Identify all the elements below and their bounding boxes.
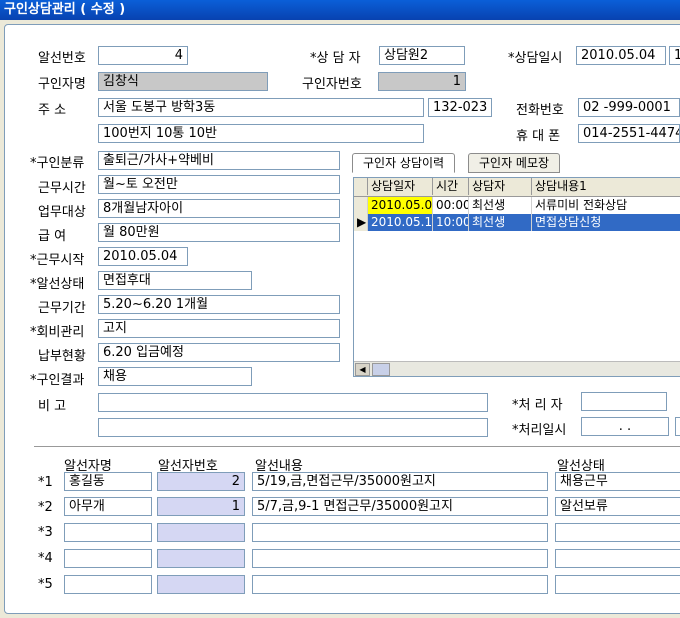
alseon-name-field[interactable] (64, 549, 152, 568)
address-line2[interactable]: 100번지 10통 10반 (98, 124, 424, 143)
employer-no-field[interactable]: 1 (378, 72, 466, 91)
alseon-content-field[interactable] (252, 523, 548, 542)
alseon-no-field[interactable] (157, 575, 245, 594)
row-index: *2 (38, 500, 53, 515)
remark-field-1[interactable] (98, 393, 488, 412)
alseon-name-field[interactable] (64, 575, 152, 594)
alseon-no-label: 알선번호 (38, 51, 86, 66)
category-label: *구인분류 (30, 156, 85, 171)
row-counselor: 최선생 (469, 214, 532, 231)
scroll-left-icon[interactable]: ◀ (355, 363, 370, 376)
handler-field[interactable] (581, 392, 667, 411)
tab-history[interactable]: 구인자 상담이력 (352, 153, 456, 173)
alseon-no-field[interactable]: 2 (157, 472, 245, 491)
handler-label: *처 리 자 (512, 398, 563, 413)
work-start-field[interactable]: 2010.05.04 (98, 247, 188, 266)
counselor-field[interactable]: 상담원2 (379, 46, 465, 65)
salary-field[interactable]: 월 80만원 (98, 223, 340, 242)
alseon-status-field[interactable]: 면접후대 (98, 271, 252, 290)
row-indicator (354, 197, 368, 214)
row-pointer-icon: ▶ (354, 214, 368, 231)
horizontal-scrollbar[interactable]: ◀ (354, 361, 680, 376)
counsel-date-field[interactable]: 2010.05.04 (576, 46, 666, 65)
mobile-label: 휴 대 폰 (516, 129, 561, 144)
history-header: 상담일자 시간 상담자 상담내용1 (354, 178, 680, 197)
remark-label: 비 고 (38, 399, 67, 414)
payment-label: 납부현황 (38, 349, 86, 364)
header-time: 시간 (433, 178, 469, 195)
alseon-no-field[interactable]: 4 (98, 46, 188, 65)
address-label: 주 소 (38, 103, 67, 118)
zipcode-field[interactable]: 132-023 (428, 98, 492, 117)
category-field[interactable]: 출퇴근/가사+약베비 (98, 151, 340, 170)
target-label: 업무대상 (38, 205, 86, 220)
remark-field-2[interactable] (98, 418, 488, 437)
row-content: 면접상담신청 (532, 214, 680, 231)
salary-label: 급 여 (38, 229, 67, 244)
header-date: 상담일자 (368, 178, 433, 195)
row-counselor: 최선생 (469, 197, 532, 214)
row-date: 2010.05.02 (368, 197, 433, 214)
alseon-name-field[interactable]: 아무개 (64, 497, 152, 516)
table-row-selected[interactable]: ▶ 2010.05.14 10:00 최선생 면접상담신청 (354, 214, 680, 231)
row-time: 00:00 (433, 197, 469, 214)
target-field[interactable]: 8개월남자아이 (98, 199, 340, 218)
phone-field[interactable]: 02 -999-0001 (578, 98, 680, 117)
result-label: *구인결과 (30, 373, 85, 388)
handle-date-field[interactable]: . . (581, 417, 669, 436)
scroll-thumb[interactable] (372, 363, 390, 376)
alseon-status-field[interactable] (555, 549, 680, 568)
alseon-status-field[interactable]: 알선보류 (555, 497, 680, 516)
employer-no-label: 구인자번호 (302, 77, 362, 92)
divider (34, 446, 680, 447)
window-title: 구인상담관리 ( 수정 ) (0, 0, 680, 20)
address-line1[interactable]: 서울 도봉구 방학3동 (98, 98, 424, 117)
alseon-content-field[interactable]: 5/7,금,9-1 면접근무/35000원고지 (252, 497, 548, 516)
work-period-label: 근무기간 (38, 301, 86, 316)
alseon-no-field[interactable] (157, 549, 245, 568)
work-time-label: 근무시간 (38, 181, 86, 196)
employer-name-label: 구인자명 (38, 77, 86, 92)
alseon-name-field[interactable]: 홍길동 (64, 472, 152, 491)
alseon-status-field[interactable]: 채용근무 (555, 472, 680, 491)
header-indicator (354, 178, 368, 195)
row-index: *3 (38, 525, 53, 540)
table-row[interactable]: 2010.05.02 00:00 최선생 서류미비 전화상담 (354, 197, 680, 214)
alseon-content-field[interactable] (252, 549, 548, 568)
mobile-field[interactable]: 014-2551-4474 (578, 124, 680, 143)
history-grid: 상담일자 시간 상담자 상담내용1 2010.05.02 00:00 최선생 서… (353, 177, 680, 377)
counsel-date-label: *상담일시 (508, 51, 563, 66)
alseon-name-field[interactable] (64, 523, 152, 542)
row-index: *4 (38, 551, 53, 566)
handle-date-label: *처리일시 (512, 423, 567, 438)
fee-field[interactable]: 고지 (98, 319, 340, 338)
row-index: *1 (38, 475, 53, 490)
work-start-label: *근무시작 (30, 253, 85, 268)
alseon-status-label: *알선상태 (30, 277, 85, 292)
handle-time-field[interactable] (675, 417, 680, 436)
alseon-no-field[interactable]: 1 (157, 497, 245, 516)
result-field[interactable]: 채용 (98, 367, 252, 386)
fee-label: *회비관리 (30, 325, 85, 340)
header-content: 상담내용1 (532, 178, 680, 195)
alseon-status-field[interactable] (555, 575, 680, 594)
alseon-content-field[interactable] (252, 575, 548, 594)
counsel-time-field[interactable]: 1 (669, 46, 680, 65)
row-content: 서류미비 전화상담 (532, 197, 680, 214)
phone-label: 전화번호 (516, 103, 564, 118)
header-counselor: 상담자 (469, 178, 532, 195)
row-date: 2010.05.14 (368, 214, 433, 231)
work-period-field[interactable]: 5.20~6.20 1개월 (98, 295, 340, 314)
work-time-field[interactable]: 월~토 오전만 (98, 175, 340, 194)
alseon-no-field[interactable] (157, 523, 245, 542)
payment-field[interactable]: 6.20 입금예정 (98, 343, 340, 362)
counselor-label: *상 담 자 (310, 51, 361, 66)
row-index: *5 (38, 577, 53, 592)
employer-name-field[interactable]: 김창식 (98, 72, 268, 91)
tab-memo[interactable]: 구인자 메모장 (468, 153, 561, 173)
alseon-content-field[interactable]: 5/19,금,면접근무/35000원고지 (252, 472, 548, 491)
row-time: 10:00 (433, 214, 469, 231)
alseon-status-field[interactable] (555, 523, 680, 542)
